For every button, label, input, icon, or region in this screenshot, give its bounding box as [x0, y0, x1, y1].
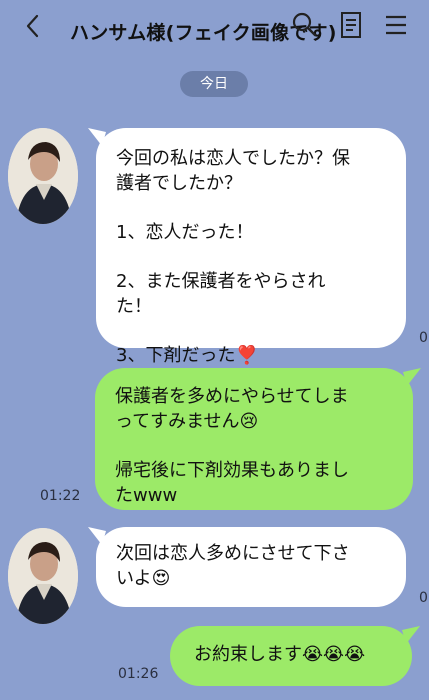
message-line	[116, 319, 392, 343]
message-line: 2、また保護者をやらされ	[116, 271, 326, 292]
message-line	[116, 196, 392, 220]
message-line: ってすみません😢	[115, 411, 259, 432]
message-line: 保護者を多めにやらせてしま	[115, 386, 349, 407]
message-line: たwww	[115, 485, 178, 506]
chevron-left-icon[interactable]	[20, 12, 48, 40]
bubble-tail	[403, 368, 421, 386]
message-line	[115, 434, 401, 458]
message-line: 今回の私は恋人でしたか？保	[116, 148, 350, 169]
message-line	[116, 245, 392, 269]
message-bubble-outgoing[interactable]: お約束します😭😭😭	[170, 626, 420, 686]
bubble-tail	[402, 626, 420, 644]
search-icon[interactable]	[290, 10, 318, 38]
message-bubble-incoming[interactable]: 次回は恋人多めにさせて下さ いよ😍	[88, 527, 406, 607]
avatar[interactable]	[8, 528, 78, 624]
chat-header: ハンサム様(フェイク画像です)	[0, 0, 429, 56]
message-line: 次回は恋人多めにさせて下さ	[116, 543, 350, 564]
notes-icon[interactable]	[338, 10, 364, 40]
message-line: いよ😍	[116, 568, 171, 589]
message-line: 3、下剤だった❣️	[116, 345, 258, 366]
menu-icon[interactable]	[383, 12, 409, 38]
message-time: 01:26	[118, 666, 159, 682]
timestamp-fragment: 0	[419, 330, 428, 346]
message-bubble-outgoing[interactable]: 保護者を多めにやらせてしま ってすみません😢 帰宅後に下剤効果もありまし たww…	[95, 368, 421, 510]
bubble-tail	[88, 128, 106, 146]
message-bubble-incoming[interactable]: 今回の私は恋人でしたか？保 護者でしたか？ 1、恋人だった！ 2、また保護者をや…	[88, 128, 406, 366]
date-divider: 今日	[180, 71, 248, 97]
message-time: 01:22	[40, 488, 81, 504]
message-line: 護者でしたか？	[116, 173, 242, 194]
message-line: た！	[116, 296, 152, 317]
avatar[interactable]	[8, 128, 78, 224]
message-line: お約束します😭😭😭	[194, 644, 366, 665]
message-line: 1、恋人だった！	[116, 222, 254, 243]
timestamp-fragment: 0	[419, 590, 428, 606]
bubble-tail	[88, 527, 106, 545]
message-line: 帰宅後に下剤効果もありまし	[115, 460, 349, 481]
